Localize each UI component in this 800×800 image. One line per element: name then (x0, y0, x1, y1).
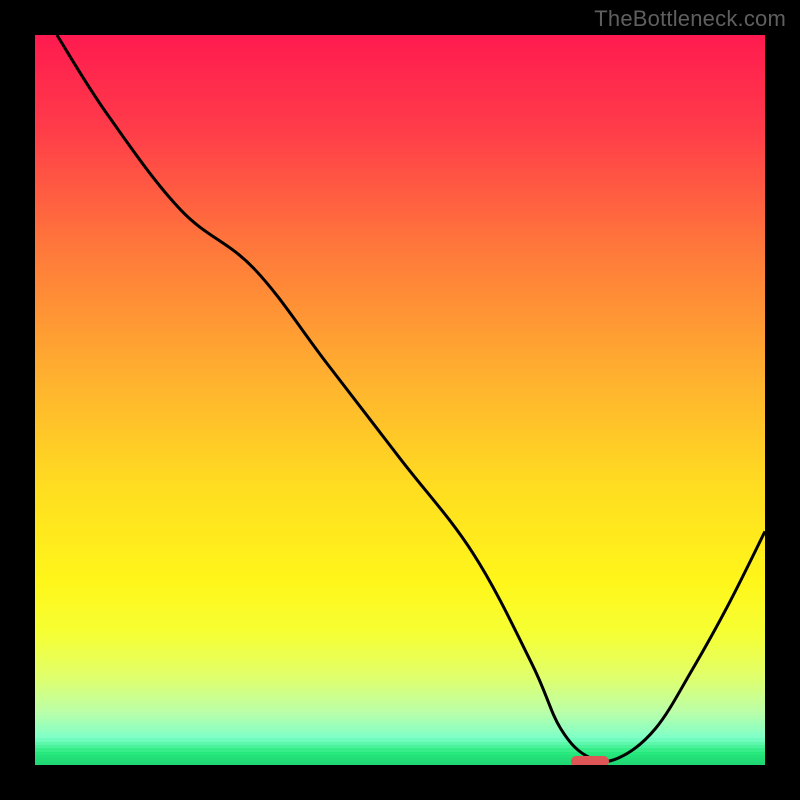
plot-area (35, 35, 765, 765)
optimal-marker (571, 756, 609, 765)
watermark-text: TheBottleneck.com (594, 6, 786, 32)
bottleneck-curve (35, 35, 765, 765)
curve-path (57, 35, 765, 762)
